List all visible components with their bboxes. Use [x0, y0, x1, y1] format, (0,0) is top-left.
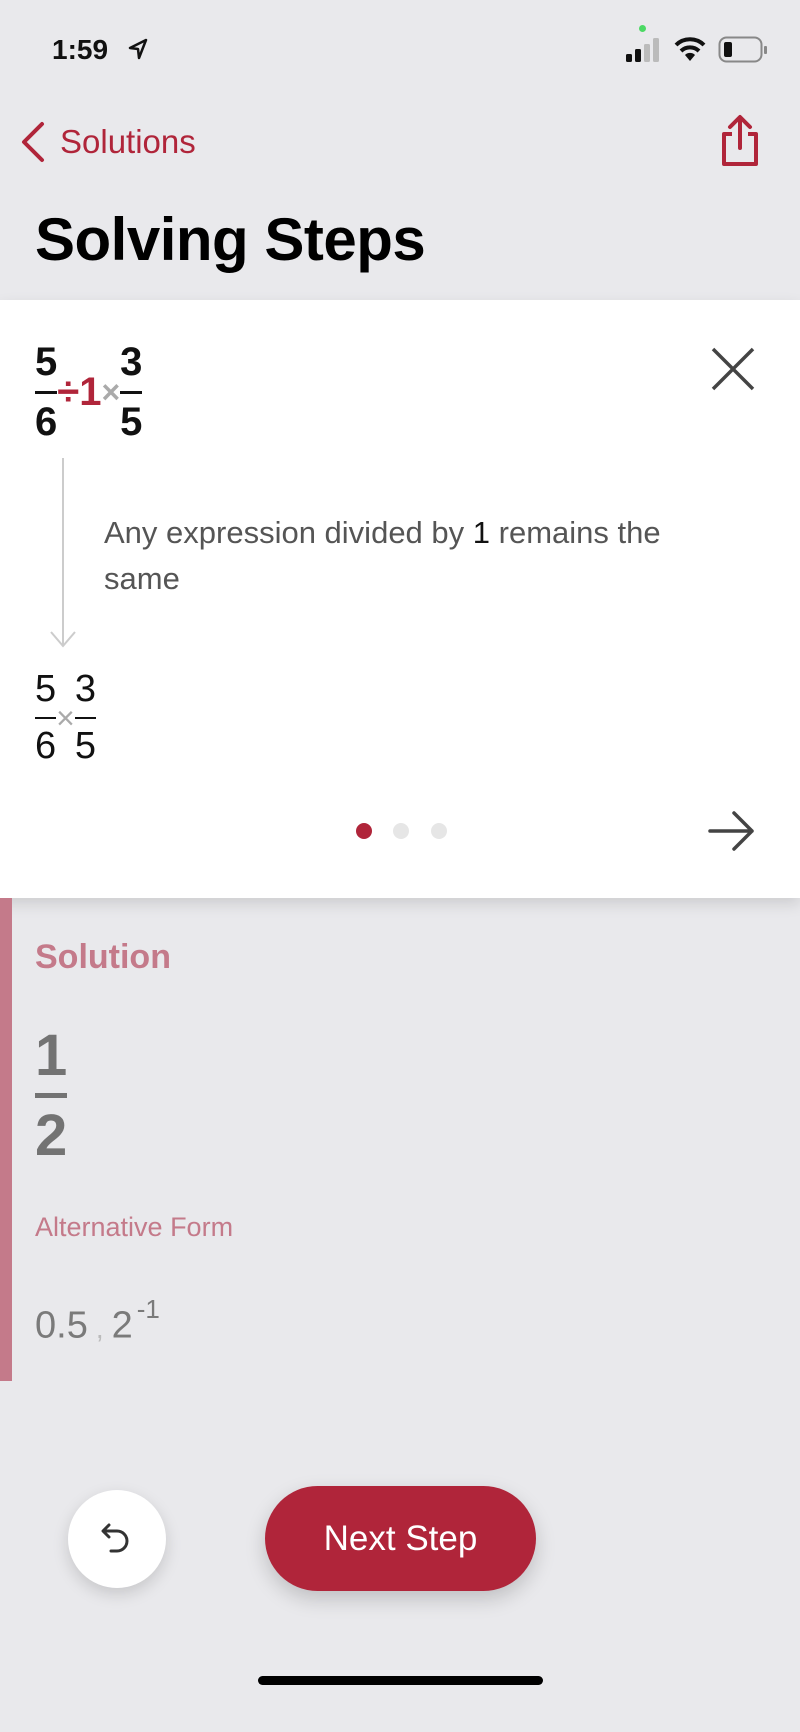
battery-icon: [718, 36, 767, 63]
numerator: 5: [35, 668, 57, 710]
denominator: 2: [35, 1103, 68, 1168]
denominator: 6: [35, 725, 57, 767]
step-arrow-icon: [50, 458, 76, 648]
share-icon[interactable]: [720, 114, 760, 168]
divide-operator: ÷: [57, 370, 80, 414]
alternative-form-label: Alternative Form: [35, 1212, 234, 1242]
next-step-button[interactable]: Next Step: [265, 1486, 536, 1591]
solution-value: 12: [35, 1022, 68, 1169]
pager-dot-active[interactable]: [356, 823, 372, 839]
times-operator: ×: [56, 699, 75, 736]
undo-icon: [101, 1523, 129, 1553]
numerator: 5: [35, 340, 58, 384]
location-arrow-icon: [128, 38, 148, 60]
numerator: 3: [120, 340, 143, 384]
back-button[interactable]: Solutions: [18, 120, 196, 164]
signal-icon: [626, 38, 659, 62]
chevron-left-icon: [22, 122, 44, 162]
arrow-right-icon[interactable]: [708, 810, 756, 852]
back-label: Solutions: [60, 123, 196, 160]
denominator: 5: [120, 400, 143, 444]
close-icon[interactable]: [710, 346, 756, 392]
privacy-indicator: [639, 25, 646, 32]
wifi-icon: [674, 37, 706, 61]
status-time: 1:59: [52, 34, 109, 65]
numerator: 3: [74, 668, 96, 710]
step-card: 5 6 ÷1× 3 5 Any expression divided by 1 rema…: [0, 300, 800, 898]
divisor: 1: [79, 370, 102, 414]
page-title: Solving Steps: [35, 206, 426, 273]
step-expression: 5 6 ÷1× 3 5: [35, 340, 143, 445]
pager-dot[interactable]: [393, 823, 409, 839]
step-explanation: Any expression divided by 1 remains the …: [104, 515, 661, 596]
home-indicator[interactable]: [258, 1676, 543, 1685]
step-result: 5 6 × 3 5: [35, 668, 96, 768]
solution-heading: Solution: [35, 938, 171, 976]
numerator: 1: [35, 1023, 68, 1088]
denominator: 6: [35, 400, 58, 444]
denominator: 5: [74, 725, 96, 767]
undo-button[interactable]: [68, 1490, 166, 1588]
times-operator: ×: [101, 374, 121, 410]
pager-dot[interactable]: [431, 823, 447, 839]
solution-accent-bar: [0, 898, 12, 1381]
alternative-form-value: 0.5, 2 -1: [35, 1294, 160, 1347]
